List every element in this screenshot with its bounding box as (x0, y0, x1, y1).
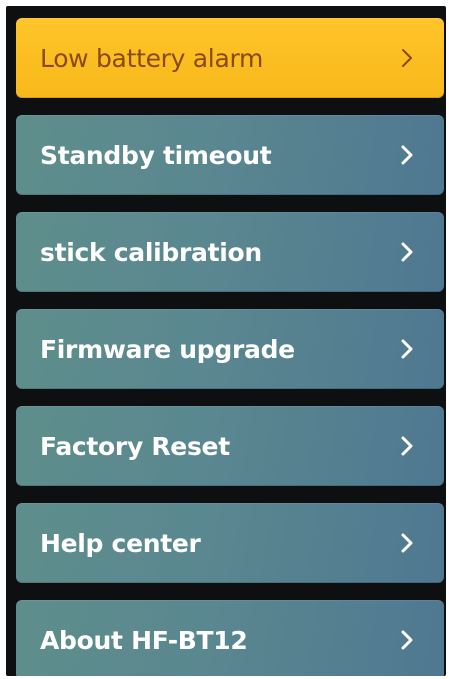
chevron-right-icon (396, 338, 418, 360)
chevron-right-icon (396, 532, 418, 554)
menu-item-label: About HF-BT12 (40, 625, 248, 655)
menu-item-firmware-upgrade[interactable]: Firmware upgrade (16, 309, 444, 389)
menu-item-label: Help center (40, 528, 201, 558)
chevron-right-icon (396, 144, 418, 166)
chevron-right-icon (396, 241, 418, 263)
menu-item-label: Firmware upgrade (40, 334, 295, 364)
menu-item-about[interactable]: About HF-BT12 (16, 600, 444, 676)
menu-item-factory-reset[interactable]: Factory Reset (16, 406, 444, 486)
menu-item-standby-timeout[interactable]: Standby timeout (16, 115, 444, 195)
menu-item-label: stick calibration (40, 237, 262, 267)
menu-item-low-battery-alarm[interactable]: Low battery alarm (16, 18, 444, 98)
chevron-right-icon (396, 629, 418, 651)
menu-item-label: Low battery alarm (40, 43, 264, 73)
menu-item-label: Standby timeout (40, 140, 272, 170)
device-screen: Low battery alarm Standby timeout stick … (6, 6, 446, 676)
menu-item-stick-calibration[interactable]: stick calibration (16, 212, 444, 292)
menu-item-label: Factory Reset (40, 431, 230, 461)
chevron-right-icon (396, 47, 418, 69)
menu-item-help-center[interactable]: Help center (16, 503, 444, 583)
chevron-right-icon (396, 435, 418, 457)
